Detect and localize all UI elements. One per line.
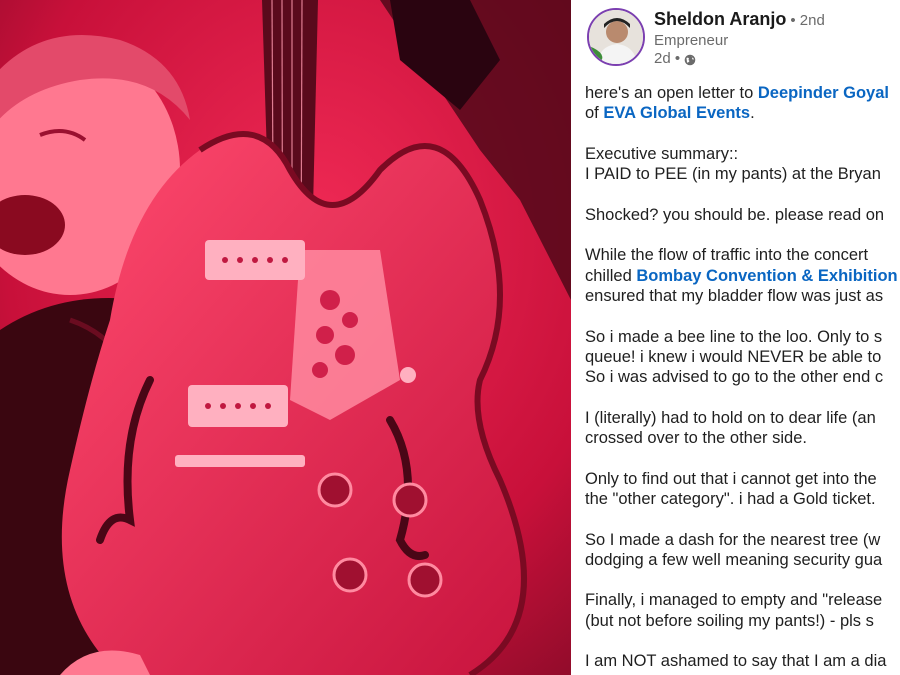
post-text: So i made a bee line to the loo. Only to… (585, 327, 883, 346)
mention-link[interactable]: Deepinder Goyal (758, 84, 889, 102)
post-panel: Sheldon Aranjo • 2nd Empreneur 2d • here'… (571, 0, 900, 675)
post-paragraph: here's an open letter to Deepinder Goyal… (585, 83, 900, 124)
post-text: Shocked? you should be. please read on (585, 205, 885, 224)
post-text: So i was advised to go to the other end … (585, 368, 884, 387)
post-text: crossed over to the other side. (585, 429, 807, 448)
post-paragraph: Executive summary:: I PAID to PEE (in my … (585, 144, 900, 185)
post-meta: 2d • (654, 50, 696, 67)
post-time: 2d • (654, 50, 681, 67)
post-paragraph: So I made a dash for the nearest tree (w… (585, 530, 900, 571)
mention-link[interactable]: EVA Global Events (603, 104, 750, 122)
post-text: chilled (585, 266, 637, 285)
post-paragraph: I (literally) had to hold on to dear lif… (585, 408, 900, 449)
post-text: the "other category". i had a Gold ticke… (585, 489, 876, 508)
post-text: Only to find out that i cannot get into … (585, 469, 877, 488)
post-paragraph: Shocked? you should be. please read on (585, 205, 900, 225)
post-paragraph: So i made a bee line to the loo. Only to… (585, 327, 900, 388)
post-body: here's an open letter to Deepinder Goyal… (585, 83, 900, 675)
post-text: here's an open letter to (585, 84, 758, 102)
author-headline: Empreneur (654, 32, 729, 49)
author-line: Sheldon Aranjo • 2nd (654, 9, 825, 30)
post-text: queue! i knew i would NEVER be able to (585, 347, 882, 366)
globe-icon (684, 53, 696, 65)
connection-degree: • 2nd (790, 12, 825, 29)
concert-photo (0, 0, 571, 675)
post-paragraph: Finally, i managed to empty and "release… (585, 590, 900, 631)
mention-link[interactable]: Bombay Convention & Exhibition (636, 267, 897, 285)
post-text: ensured that my bladder flow was just as (585, 286, 884, 305)
post-text: . (750, 104, 755, 123)
post-text: Executive summary:: (585, 144, 739, 163)
post-text: So I made a dash for the nearest tree (w (585, 530, 881, 549)
post-paragraph: While the flow of traffic into the conce… (585, 245, 900, 306)
post-text: I (literally) had to hold on to dear lif… (585, 408, 876, 427)
post-text: Finally, i managed to empty and "release (585, 591, 883, 610)
post-paragraph: Only to find out that i cannot get into … (585, 469, 900, 510)
avatar[interactable] (587, 8, 645, 66)
post-text: (but not before soiling my pants!) - pls… (585, 611, 874, 630)
post-text: I PAID to PEE (in my pants) at the Bryan (585, 165, 881, 184)
post-text: While the flow of traffic into the conce… (585, 246, 869, 265)
post-text: dodging a few well meaning security gua (585, 550, 883, 569)
post-text: I am NOT ashamed to say that I am a dia (585, 652, 887, 671)
author-name[interactable]: Sheldon Aranjo (654, 9, 786, 29)
post-paragraph: I am NOT ashamed to say that I am a dia (585, 651, 900, 671)
post-text: of (585, 104, 604, 123)
